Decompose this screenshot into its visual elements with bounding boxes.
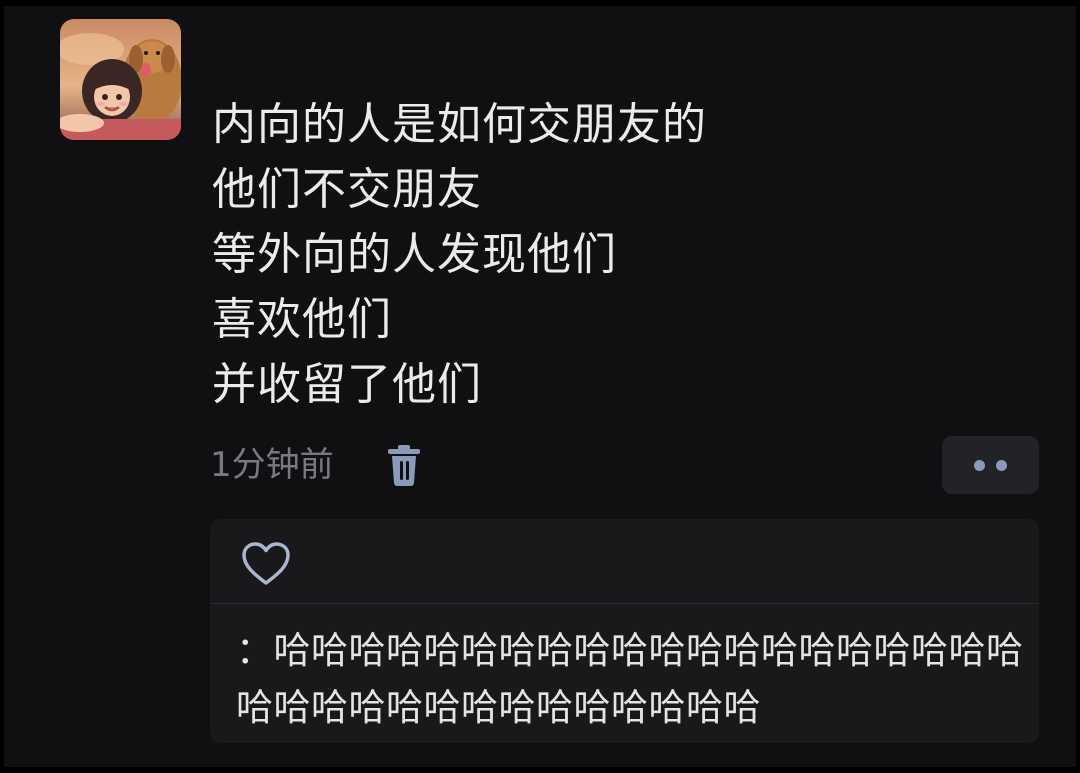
- more-dots-icon: [974, 460, 985, 471]
- post-content: 内向的人是如何交朋友的 他们不交朋友 等外向的人发现他们 喜欢他们 并收留了他们: [212, 92, 912, 417]
- more-button[interactable]: [942, 436, 1039, 494]
- avatar-image: [60, 19, 181, 140]
- post-line: 并收留了他们: [212, 359, 482, 410]
- trash-icon[interactable]: [385, 443, 423, 487]
- post-line: 内向的人是如何交朋友的: [212, 99, 707, 150]
- interaction-card: ：哈哈哈哈哈哈哈哈哈哈哈哈哈哈哈哈哈哈哈哈哈哈哈哈哈哈哈哈哈哈哈哈哈哈: [210, 519, 1039, 743]
- feed-screen: 内向的人是如何交朋友的 他们不交朋友 等外向的人发现他们 喜欢他们 并收留了他们…: [4, 6, 1076, 767]
- phone-frame: 内向的人是如何交朋友的 他们不交朋友 等外向的人发现他们 喜欢他们 并收留了他们…: [0, 0, 1080, 773]
- post-timestamp: 1分钟前: [210, 445, 334, 485]
- comment-text: ：哈哈哈哈哈哈哈哈哈哈哈哈哈哈哈哈哈哈哈哈哈哈哈哈哈哈哈哈哈哈哈哈哈哈: [236, 629, 1024, 729]
- heart-icon[interactable]: [240, 541, 292, 587]
- avatar[interactable]: [60, 19, 181, 140]
- more-dots-icon: [996, 460, 1007, 471]
- post-line: 喜欢他们: [212, 294, 392, 345]
- divider: [210, 603, 1039, 604]
- post-line: 等外向的人发现他们: [212, 229, 617, 280]
- post-line: 他们不交朋友: [212, 164, 482, 215]
